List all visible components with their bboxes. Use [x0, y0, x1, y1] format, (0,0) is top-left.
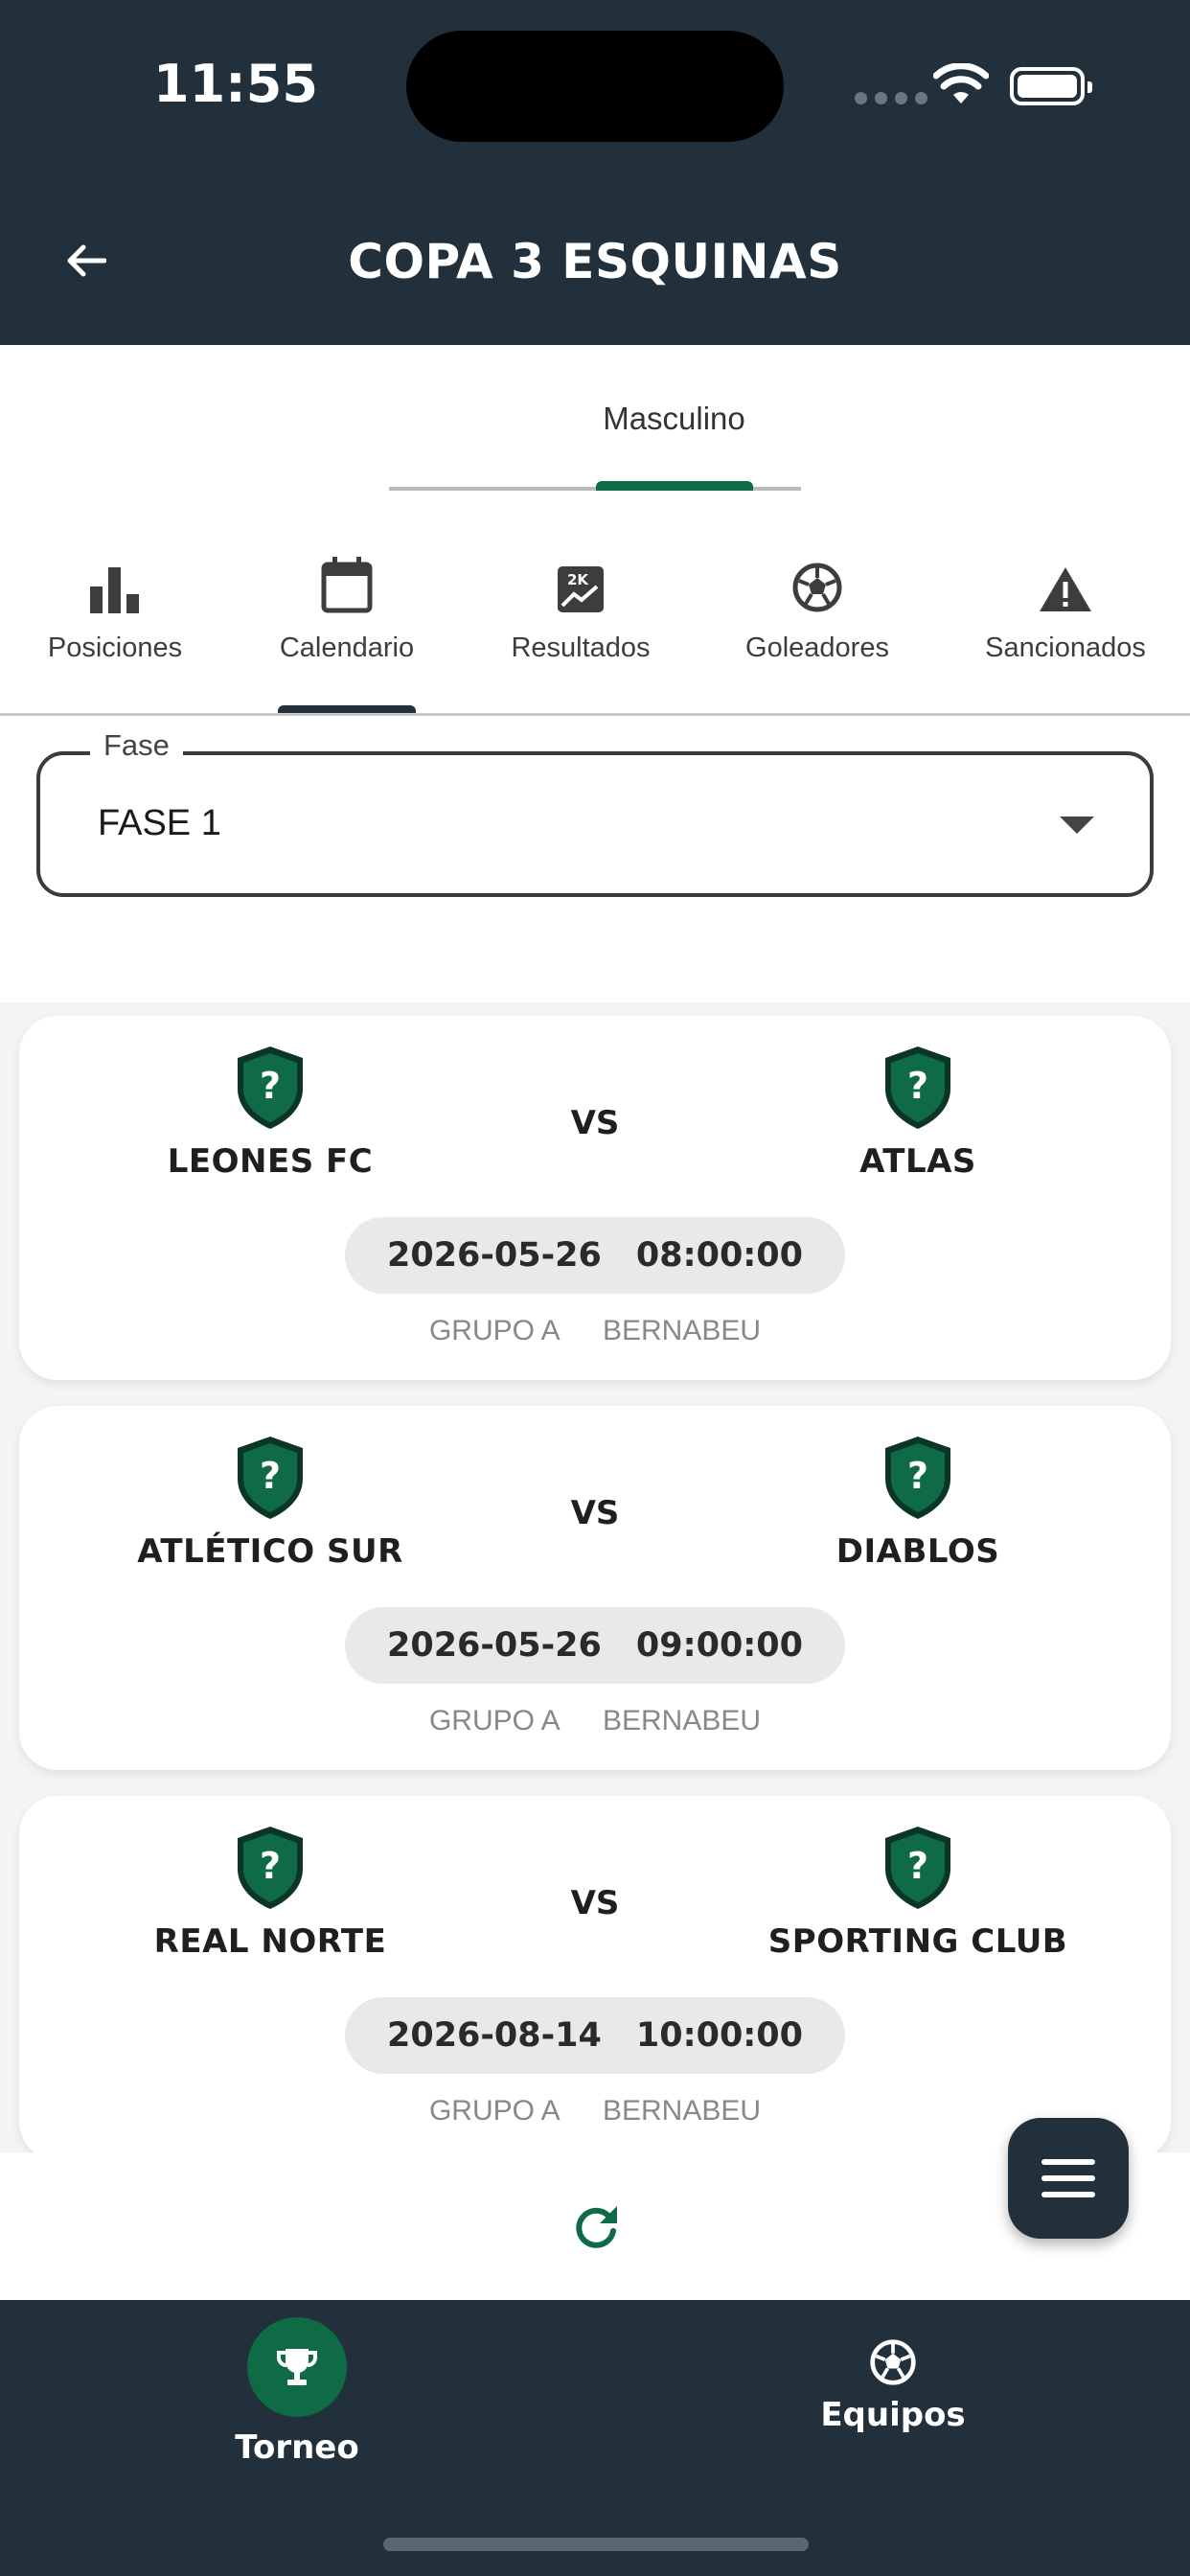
match-meta: GRUPO A BERNABEU: [19, 2095, 1171, 2128]
app-header: 11:55 COPA 3 ESQUINAS: [0, 0, 1190, 345]
away-team-name: DIABLOS: [835, 1532, 1000, 1571]
refresh-icon[interactable]: [569, 2200, 623, 2254]
menu-icon-bar: [1041, 2159, 1095, 2165]
tab-label: Goleadores: [745, 632, 889, 663]
fase-label: Fase: [90, 728, 183, 763]
cellular-signal-icon: [855, 92, 927, 104]
match-venue: BERNABEU: [603, 1705, 762, 1736]
match-datetime: 2026-05-26 09:00:00: [344, 1607, 846, 1684]
match-group: GRUPO A: [428, 1315, 561, 1346]
results-icon: 2K: [558, 566, 604, 612]
tab-resultados[interactable]: 2K Resultados: [485, 537, 676, 715]
trophy-icon: [277, 2349, 317, 2385]
calendar-icon: [321, 557, 373, 613]
nav-label: Equipos: [820, 2396, 966, 2434]
soccer-ball-icon: [792, 563, 842, 612]
nav-label: Torneo: [235, 2428, 359, 2467]
match-meta: GRUPO A BERNABEU: [19, 1705, 1171, 1737]
tab-calendario[interactable]: Calendario: [251, 537, 443, 715]
team-shield-icon: ?: [885, 1046, 950, 1129]
match-date: 2026-08-14: [386, 2016, 602, 2055]
soccer-ball-icon: [870, 2339, 916, 2385]
svg-text:?: ?: [907, 1065, 928, 1107]
status-time: 11:55: [153, 54, 318, 114]
match-time: 08:00:00: [635, 1236, 804, 1275]
home-team-name: ATLÉTICO SUR: [137, 1532, 403, 1571]
match-card[interactable]: ? LEONES FC VS ? ATLAS 2026-05-26 08:00:…: [19, 1016, 1171, 1380]
match-venue: BERNABEU: [603, 2095, 762, 2127]
svg-text:2K: 2K: [567, 571, 589, 588]
menu-icon-bar: [1041, 2175, 1095, 2181]
away-team: ? DIABLOS: [726, 1435, 1110, 1571]
menu-fab-button[interactable]: [1008, 2118, 1129, 2239]
warning-icon: [1040, 567, 1091, 611]
dynamic-island: [406, 31, 784, 142]
home-team-name: REAL NORTE: [153, 1922, 387, 1961]
match-meta: GRUPO A BERNABEU: [19, 1315, 1171, 1347]
nav-equipos[interactable]: Equipos: [749, 2300, 1037, 2434]
svg-text:?: ?: [907, 1845, 928, 1887]
fase-select[interactable]: Fase FASE 1: [36, 728, 1154, 897]
tab-sancionados[interactable]: Sancionados: [970, 537, 1161, 715]
battery-icon: [1010, 67, 1092, 105]
matches-list[interactable]: ? LEONES FC VS ? ATLAS 2026-05-26 08:00:…: [0, 1002, 1190, 2152]
match-date: 2026-05-26: [386, 1236, 602, 1275]
match-time: 09:00:00: [635, 1626, 804, 1665]
divider: [0, 713, 1190, 716]
match-date: 2026-05-26: [386, 1626, 602, 1665]
home-team-name: LEONES FC: [167, 1142, 374, 1181]
team-shield-icon: ?: [885, 1437, 950, 1519]
tab-masculino[interactable]: Masculino: [389, 391, 801, 491]
match-card[interactable]: ? REAL NORTE VS ? SPORTING CLUB 2026-08-…: [19, 1796, 1171, 2152]
tab-label: Sancionados: [985, 632, 1146, 663]
match-group: GRUPO A: [428, 1705, 561, 1736]
nav-torneo[interactable]: Torneo: [153, 2300, 441, 2467]
team-shield-icon: ?: [885, 1827, 950, 1909]
away-team: ? SPORTING CLUB: [726, 1825, 1110, 1961]
match-time: 10:00:00: [635, 2016, 804, 2055]
away-team: ? ATLAS: [726, 1045, 1110, 1181]
fase-value: FASE 1: [98, 803, 221, 843]
tab-posiciones[interactable]: Posiciones: [19, 537, 211, 715]
match-card[interactable]: ? ATLÉTICO SUR VS ? DIABLOS 2026-05-26 0…: [19, 1406, 1171, 1770]
page-title: COPA 3 ESQUINAS: [348, 234, 842, 289]
svg-text:?: ?: [907, 1455, 928, 1497]
tab-label: Masculino: [603, 401, 745, 436]
tab-label: Resultados: [511, 632, 651, 663]
tab-label: Calendario: [279, 632, 415, 663]
menu-icon-bar: [1041, 2192, 1095, 2197]
tab-active-indicator: [596, 481, 753, 491]
away-team-name: ATLAS: [859, 1142, 976, 1181]
away-team-name: SPORTING CLUB: [767, 1922, 1068, 1961]
match-venue: BERNABEU: [603, 1315, 762, 1346]
category-tabs: Posiciones Calendario 2K Resultados Gole…: [0, 537, 1190, 715]
svg-text:?: ?: [260, 1065, 281, 1107]
tab-goleadores[interactable]: Goleadores: [721, 537, 913, 715]
wifi-icon: [933, 63, 989, 104]
caret-down-icon: [1060, 816, 1094, 834]
svg-text:?: ?: [260, 1845, 281, 1887]
match-datetime: 2026-08-14 10:00:00: [344, 1997, 846, 2074]
match-datetime: 2026-05-26 08:00:00: [344, 1217, 846, 1294]
match-group: GRUPO A: [428, 2095, 561, 2127]
nav-active-indicator: [247, 2317, 347, 2417]
svg-text:?: ?: [260, 1455, 281, 1497]
tab-label: Posiciones: [47, 632, 183, 663]
bar-chart-icon: [90, 567, 139, 613]
home-indicator: [383, 2538, 809, 2551]
bottom-nav: Torneo Equipos: [0, 2300, 1190, 2576]
